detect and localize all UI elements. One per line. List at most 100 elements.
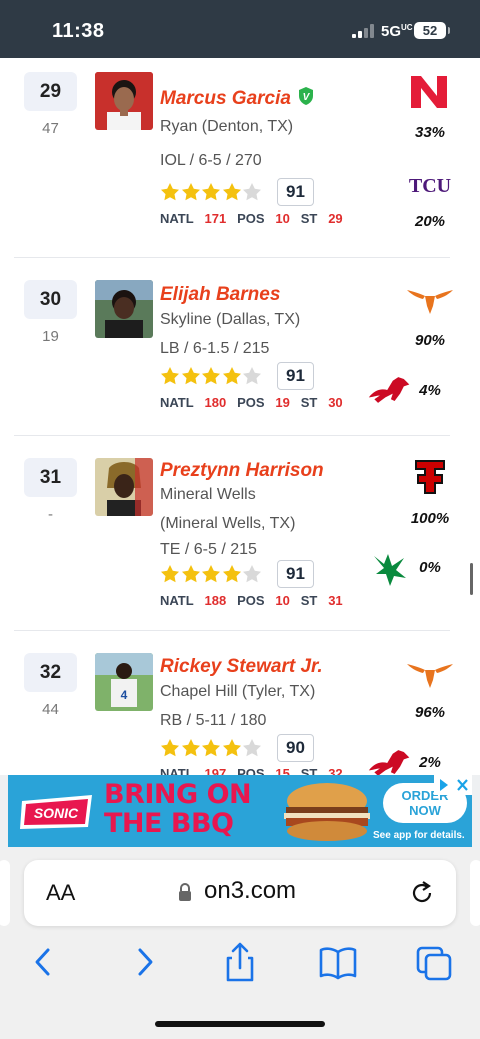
rating-score: 91 [277,178,314,206]
player-photo[interactable] [95,280,153,338]
tcu-logo[interactable]: TCU [405,164,455,204]
adchoices-icon [440,779,448,791]
ad-close-button[interactable] [434,775,472,795]
rank-badge: 32 [24,653,77,692]
prediction-percent: 4% [419,382,441,399]
previous-rank: 19 [42,328,59,345]
previous-tab-card[interactable] [0,860,10,926]
star-icon [222,367,241,385]
player-photo[interactable] [95,72,153,130]
prediction-percent: 100% [410,510,450,527]
ad-brand: SONIC [34,805,79,821]
player-school: Mineral Wells [160,486,256,503]
address-bar[interactable]: AA on3.com [24,860,456,926]
ad-disclaimer: See app for details. [373,830,465,841]
share-icon[interactable] [220,940,260,984]
star-icon [202,183,220,201]
reload-icon[interactable] [410,879,436,907]
star-empty-icon [243,367,261,385]
rank-breakdown: NATL 188 POS 10 ST 31 [160,593,343,608]
browser-toolbar [0,940,480,1000]
rankings-list: 29 47 Marcus Garcia V Ryan (Denton, TX) I… [0,58,480,775]
star-icon [181,367,200,385]
prediction-percent: 20% [414,213,446,230]
star-empty-icon [243,183,261,201]
svg-text:TCU: TCU [409,175,451,197]
star-icon [181,565,200,583]
nebraska-logo[interactable] [405,72,455,112]
texas-longhorns-logo[interactable] [405,280,455,320]
prediction-percent: 33% [414,124,446,141]
player-photo[interactable]: 4 [95,653,153,711]
rank-badge: 30 [24,280,77,319]
star-icon [222,739,241,757]
close-icon [457,779,468,791]
ad-creative[interactable]: SONIC BRING ON THE BBQ ORDER NOW See app… [8,775,472,847]
rating-score: 91 [277,560,314,588]
battery-icon: 52 [414,22,450,39]
verified-icon: V [298,87,313,105]
prediction-percent: 96% [414,704,446,721]
scrollbar[interactable] [470,563,473,595]
star-icon [161,565,179,583]
star-icon [161,739,179,757]
bookmarks-icon[interactable] [318,940,358,984]
url-domain[interactable]: on3.com [204,877,296,905]
player-school: Chapel Hill (Tyler, TX) [160,683,316,700]
page-settings-button[interactable]: AA [46,880,75,906]
player-photo[interactable] [95,458,153,516]
star-icon [202,739,220,757]
network-indicator: 5GUC [381,23,413,40]
divider [14,630,450,631]
divider [14,435,450,436]
star-icon [161,183,179,201]
burger-image [284,783,370,841]
prediction-percent: 0% [419,559,441,576]
player-position-measurables: TE / 6-5 / 215 [160,541,257,558]
player-name[interactable]: Elijah Barnes [160,284,280,306]
next-tab-card[interactable] [470,860,480,926]
star-rating [160,366,263,388]
forward-icon[interactable] [125,940,165,984]
star-empty-icon [243,739,261,757]
rating-score: 91 [277,362,314,390]
prediction-percent: 90% [414,332,446,349]
home-indicator[interactable] [155,1021,325,1027]
player-position-measurables: RB / 5-11 / 180 [160,712,267,729]
player-name[interactable]: Preztynn Harrison [160,460,324,482]
star-rating [160,182,263,204]
player-school: Skyline (Dallas, TX) [160,311,301,328]
rank-breakdown: NATL 171 POS 10 ST 29 [160,211,343,226]
lock-icon [179,883,191,901]
browser-chrome: AA on3.com [0,850,480,1039]
signal-icon [352,24,374,38]
ad-banner[interactable]: SONIC BRING ON THE BBQ ORDER NOW See app… [0,775,480,850]
previous-rank: - [48,506,53,523]
player-school-location: (Mineral Wells, TX) [160,515,296,532]
back-icon[interactable] [24,940,64,984]
divider [14,257,450,258]
ad-headline: BRING ON THE BBQ [104,779,252,839]
prediction-percent: 2% [419,754,441,771]
star-icon [181,739,200,757]
texas-tech-logo[interactable] [405,458,455,498]
star-icon [161,367,179,385]
texas-longhorns-logo[interactable] [405,654,455,694]
rank-breakdown: NATL 197 POS 15 ST 32 [160,766,343,775]
star-icon [222,565,241,583]
svg-text:4: 4 [121,688,128,702]
star-rating [160,738,263,760]
status-bar: 11:38 5GUC 52 [0,0,480,58]
tabs-icon[interactable] [414,940,454,984]
star-icon [202,367,220,385]
previous-rank: 47 [42,120,59,137]
previous-rank: 44 [42,701,59,718]
player-position-measurables: LB / 6-1.5 / 215 [160,340,270,357]
player-name[interactable]: Rickey Stewart Jr. [160,656,323,678]
player-position-measurables: IOL / 6-5 / 270 [160,152,262,169]
rank-badge: 29 [24,72,77,111]
player-name[interactable]: Marcus Garcia V [160,86,315,110]
sonic-logo: SONIC [20,795,92,829]
status-time: 11:38 [52,20,105,42]
rank-breakdown: NATL 180 POS 19 ST 30 [160,395,343,410]
